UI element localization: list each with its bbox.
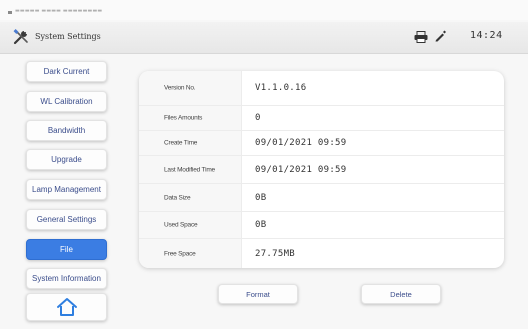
sidebar-item-label: General Settings bbox=[36, 215, 97, 224]
sidebar-item-file[interactable]: File bbox=[26, 239, 107, 260]
pen-icon[interactable] bbox=[434, 30, 446, 42]
delete-button-label: Delete bbox=[390, 289, 412, 299]
window-title: System Settings bbox=[35, 32, 101, 41]
info-value: 0B bbox=[255, 192, 267, 203]
info-label: Last Modified Time bbox=[164, 166, 215, 173]
sidebar-item-upgrade[interactable]: Upgrade bbox=[26, 149, 107, 170]
info-label: Data Size bbox=[164, 194, 191, 201]
info-label: Create Time bbox=[164, 139, 198, 147]
app-caption-decor: ▬▬▬▬▬ ▬▬▬▬ ▬▬▬▬▬▬▬▬ bbox=[15, 8, 103, 14]
format-button[interactable]: Format bbox=[218, 284, 298, 304]
info-value: 0B bbox=[255, 220, 267, 230]
info-value: 09/01/2021 09:59 bbox=[255, 164, 347, 175]
delete-button[interactable]: Delete bbox=[361, 284, 441, 304]
sidebar-item-system-information[interactable]: System Information bbox=[26, 268, 107, 289]
sidebar-item-bandwidth[interactable]: Bandwidth bbox=[26, 120, 107, 141]
info-row-used-space: Used Space 0B bbox=[139, 212, 504, 239]
printer-icon[interactable] bbox=[414, 31, 428, 43]
info-label: Free Space bbox=[164, 250, 196, 257]
info-label: Files Amounts bbox=[164, 114, 203, 122]
info-label: Used Space bbox=[164, 221, 198, 229]
clock-display: 14:24 bbox=[470, 30, 503, 41]
header-bar: System Settings 14:24 bbox=[0, 22, 528, 54]
sidebar-item-lamp-management[interactable]: Lamp Management bbox=[26, 179, 107, 200]
home-button[interactable] bbox=[26, 293, 107, 321]
app-logo-icon bbox=[8, 11, 12, 14]
top-strip: ▬▬▬▬▬ ▬▬▬▬ ▬▬▬▬▬▬▬▬ bbox=[0, 0, 528, 20]
file-info-panel: Version No. V1.1.0.16 Files Amounts 0 Cr… bbox=[139, 71, 504, 268]
info-row-last-modified-time: Last Modified Time 09/01/2021 09:59 bbox=[139, 156, 504, 184]
info-value: 0 bbox=[255, 113, 261, 123]
sidebar-item-label: File bbox=[60, 245, 73, 254]
info-value: 09/01/2021 09:59 bbox=[255, 138, 347, 148]
sidebar-item-label: Upgrade bbox=[51, 155, 82, 164]
info-row-create-time: Create Time 09/01/2021 09:59 bbox=[139, 131, 504, 156]
format-button-label: Format bbox=[246, 289, 270, 299]
sidebar-item-dark-current[interactable]: Dark Current bbox=[26, 61, 107, 82]
info-label: Version No. bbox=[164, 84, 196, 92]
info-row-free-space: Free Space 27.75MB bbox=[139, 239, 504, 268]
tools-icon bbox=[13, 29, 28, 45]
sidebar-item-label: Lamp Management bbox=[32, 185, 101, 194]
sidebar-item-label: WL Calibration bbox=[40, 97, 93, 106]
sidebar-item-label: System Information bbox=[32, 274, 101, 283]
home-icon bbox=[56, 298, 77, 316]
sidebar-item-label: Bandwidth bbox=[47, 126, 86, 135]
sidebar-item-wl-calibration[interactable]: WL Calibration bbox=[26, 91, 107, 112]
info-value: 27.75MB bbox=[255, 248, 296, 259]
info-value: V1.1.0.16 bbox=[255, 83, 307, 93]
info-row-files-amounts: Files Amounts 0 bbox=[139, 106, 504, 131]
sidebar-item-label: Dark Current bbox=[43, 67, 90, 76]
sidebar-item-general-settings[interactable]: General Settings bbox=[26, 209, 107, 230]
info-row-version: Version No. V1.1.0.16 bbox=[139, 71, 504, 106]
info-row-data-size: Data Size 0B bbox=[139, 184, 504, 212]
